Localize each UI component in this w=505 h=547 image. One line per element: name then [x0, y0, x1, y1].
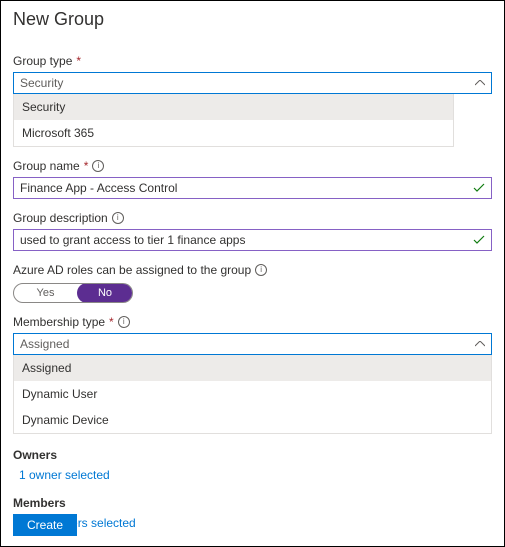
info-icon[interactable]: i	[92, 160, 104, 172]
owners-label: Owners	[13, 448, 492, 462]
info-icon[interactable]: i	[118, 316, 130, 328]
group-name-value: Finance App - Access Control	[20, 181, 177, 195]
info-icon[interactable]: i	[112, 212, 124, 224]
group-description-label: Group description i	[13, 211, 492, 225]
membership-type-select[interactable]: Assigned	[13, 333, 492, 355]
ad-roles-label-text: Azure AD roles can be assigned to the gr…	[13, 263, 251, 277]
chevron-up-icon	[475, 80, 485, 86]
membership-type-label-text: Membership type	[13, 315, 105, 329]
members-link[interactable]: No members selected	[13, 516, 492, 530]
membership-type-dropdown: Assigned Dynamic User Dynamic Device	[13, 355, 492, 434]
new-group-panel: New Group Group type * Security Security…	[0, 0, 505, 547]
membership-type-label: Membership type * i	[13, 315, 492, 329]
group-description-value: used to grant access to tier 1 finance a…	[20, 233, 245, 247]
group-name-field: Group name * i Finance App - Access Cont…	[13, 159, 492, 199]
toggle-yes-label: Yes	[14, 287, 77, 299]
required-asterisk: *	[109, 315, 114, 329]
group-description-label-text: Group description	[13, 211, 108, 225]
ad-roles-field: Azure AD roles can be assigned to the gr…	[13, 263, 492, 303]
group-description-field: Group description i used to grant access…	[13, 211, 492, 251]
group-type-value: Security	[20, 76, 63, 90]
required-asterisk: *	[76, 54, 81, 68]
group-type-label: Group type *	[13, 54, 492, 68]
group-type-option-m365[interactable]: Microsoft 365	[14, 120, 453, 146]
group-name-input[interactable]: Finance App - Access Control	[13, 177, 492, 199]
group-type-label-text: Group type	[13, 54, 72, 68]
membership-option-dynamic-device[interactable]: Dynamic Device	[14, 407, 491, 433]
info-icon[interactable]: i	[255, 264, 267, 276]
chevron-up-icon	[475, 341, 485, 347]
membership-option-dynamic-user[interactable]: Dynamic User	[14, 381, 491, 407]
owners-link[interactable]: 1 owner selected	[13, 468, 492, 482]
members-label: Members	[13, 496, 492, 510]
group-type-dropdown: Security Microsoft 365	[13, 94, 454, 147]
required-asterisk: *	[84, 159, 89, 173]
membership-option-assigned[interactable]: Assigned	[14, 355, 491, 381]
page-title: New Group	[13, 9, 492, 30]
group-description-input[interactable]: used to grant access to tier 1 finance a…	[13, 229, 492, 251]
group-name-label-text: Group name	[13, 159, 80, 173]
group-type-field: Group type * Security Security Microsoft…	[13, 54, 492, 147]
toggle-no-label: No	[77, 283, 133, 303]
ad-roles-toggle[interactable]: Yes No	[13, 283, 133, 303]
create-button[interactable]: Create	[13, 514, 77, 536]
membership-type-field: Membership type * i Assigned Assigned Dy…	[13, 315, 492, 434]
checkmark-icon	[473, 235, 485, 245]
group-name-label: Group name * i	[13, 159, 492, 173]
membership-type-value: Assigned	[20, 337, 69, 351]
ad-roles-toggle-wrap: Yes No	[13, 283, 492, 303]
group-type-option-security[interactable]: Security	[14, 94, 453, 120]
ad-roles-label: Azure AD roles can be assigned to the gr…	[13, 263, 492, 277]
group-type-select[interactable]: Security	[13, 72, 492, 94]
checkmark-icon	[473, 183, 485, 193]
